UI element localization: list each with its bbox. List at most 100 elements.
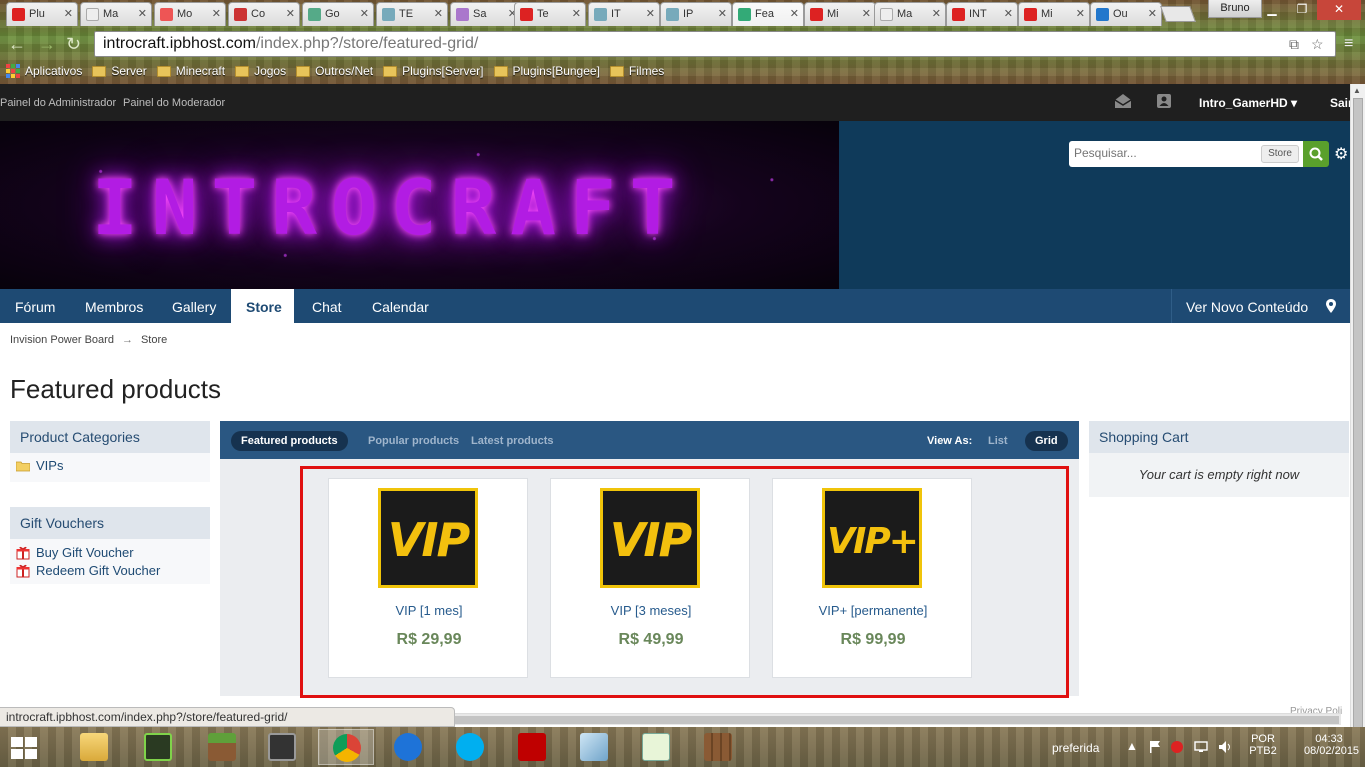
browser-tab[interactable]: Mi ✕ xyxy=(1018,2,1090,26)
bookmark-folder[interactable]: Minecraft xyxy=(156,64,225,78)
browser-tab[interactable]: Ou ✕ xyxy=(1090,2,1162,26)
notifications-icon[interactable] xyxy=(1156,93,1174,109)
user-menu[interactable]: Intro_GamerHD ▾ xyxy=(1199,96,1297,110)
redeem-gift-voucher-link[interactable]: Redeem Gift Voucher xyxy=(10,561,210,579)
close-tab-icon[interactable]: ✕ xyxy=(360,7,369,20)
buy-gift-voucher-link[interactable]: Buy Gift Voucher xyxy=(10,539,210,561)
close-window-icon[interactable]: ✕ xyxy=(1317,0,1361,20)
scrollbar-thumb[interactable] xyxy=(1353,98,1363,728)
search-button[interactable] xyxy=(1303,141,1329,167)
product-image[interactable]: VIP+ xyxy=(822,488,922,588)
close-tab-icon[interactable]: ✕ xyxy=(1076,7,1085,20)
product-card[interactable]: VIP+ VIP+ [permanente] R$ 99,99 xyxy=(772,478,972,678)
tray-label[interactable]: preferida xyxy=(1052,741,1099,767)
vertical-scrollbar[interactable]: ▲ xyxy=(1350,84,1365,728)
taskbar-minecraft-launcher[interactable] xyxy=(130,729,186,765)
taskbar-editor[interactable] xyxy=(566,729,622,765)
bookmark-folder[interactable]: Plugins[Server] xyxy=(383,64,484,78)
translate-icon[interactable]: ⧉ xyxy=(1289,36,1299,53)
close-tab-icon[interactable]: ✕ xyxy=(1148,7,1157,20)
browser-tab[interactable]: Plu ✕ xyxy=(6,2,78,26)
bookmark-apps[interactable]: Aplicativos xyxy=(6,64,82,78)
minimize-icon[interactable]: ▁ xyxy=(1257,0,1287,20)
browser-tab[interactable]: Mo ✕ xyxy=(154,2,226,26)
taskbar-teamviewer[interactable] xyxy=(380,729,436,765)
product-name-link[interactable]: VIP+ [permanente] xyxy=(773,603,973,618)
close-tab-icon[interactable]: ✕ xyxy=(64,7,73,20)
nav-gallery[interactable]: Gallery xyxy=(157,289,231,323)
bookmark-folder[interactable]: Outros/Net xyxy=(296,64,373,78)
browser-tab[interactable]: IP ✕ xyxy=(660,2,732,26)
browser-tab[interactable]: Ma ✕ xyxy=(874,2,946,26)
browser-tab[interactable]: Mi ✕ xyxy=(804,2,876,26)
view-grid-button[interactable]: Grid xyxy=(1025,431,1068,451)
close-tab-icon[interactable]: ✕ xyxy=(790,7,799,20)
search-scope-badge[interactable]: Store xyxy=(1261,145,1299,163)
taskbar-skype[interactable] xyxy=(442,729,498,765)
close-tab-icon[interactable]: ✕ xyxy=(646,7,655,20)
close-tab-icon[interactable]: ✕ xyxy=(138,7,147,20)
banner-image[interactable]: INTROCRAFT xyxy=(0,121,839,289)
tab-featured-products[interactable]: Featured products xyxy=(231,431,348,451)
category-item-vips[interactable]: VIPs xyxy=(10,453,210,474)
view-new-content-link[interactable]: Ver Novo Conteúdo xyxy=(1186,289,1308,325)
browser-tab[interactable]: Co ✕ xyxy=(228,2,300,26)
browser-menu-icon[interactable]: ≡ xyxy=(1344,35,1360,53)
product-card[interactable]: VIP VIP [1 mes] R$ 29,99 xyxy=(328,478,528,678)
taskbar-notepadpp[interactable] xyxy=(628,729,684,765)
nav-members[interactable]: Membros xyxy=(70,289,158,323)
bookmark-folder[interactable]: Server xyxy=(92,64,147,78)
close-tab-icon[interactable]: ✕ xyxy=(434,7,443,20)
browser-tab[interactable]: Go ✕ xyxy=(302,2,374,26)
show-hidden-icons-icon[interactable]: ▲ xyxy=(1126,739,1138,767)
bookmark-star-icon[interactable]: ☆ xyxy=(1311,36,1324,53)
browser-tab-active[interactable]: Fea ✕ xyxy=(732,2,804,26)
breadcrumb-current[interactable]: Store xyxy=(141,334,167,346)
volume-icon[interactable] xyxy=(1218,740,1232,754)
nav-calendar[interactable]: Calendar xyxy=(357,289,444,323)
back-icon[interactable]: ← xyxy=(8,34,26,55)
browser-tab[interactable]: TE ✕ xyxy=(376,2,448,26)
browser-tab[interactable]: IT ✕ xyxy=(588,2,660,26)
horizontal-scrollbar-thumb[interactable] xyxy=(455,716,1339,724)
taskbar-minecraft[interactable] xyxy=(194,729,250,765)
product-image[interactable]: VIP xyxy=(600,488,700,588)
antivirus-icon[interactable] xyxy=(1170,740,1184,754)
horizontal-scrollbar[interactable] xyxy=(455,713,1341,725)
maximize-icon[interactable]: ❐ xyxy=(1287,0,1317,20)
browser-tab[interactable]: Te ✕ xyxy=(514,2,586,26)
browser-tab[interactable]: INT ✕ xyxy=(946,2,1018,26)
tab-latest-products[interactable]: Latest products xyxy=(461,431,564,451)
browser-tab[interactable]: Ma ✕ xyxy=(80,2,152,26)
scroll-up-icon[interactable]: ▲ xyxy=(1353,86,1361,95)
browser-profile[interactable]: Bruno xyxy=(1208,0,1262,18)
close-tab-icon[interactable]: ✕ xyxy=(212,7,221,20)
taskbar-file-explorer[interactable] xyxy=(66,729,122,765)
clock[interactable]: 04:33 08/02/2015 xyxy=(1304,733,1359,757)
inbox-icon[interactable] xyxy=(1114,93,1132,109)
breadcrumb-root[interactable]: Invision Power Board xyxy=(10,334,114,346)
view-list-button[interactable]: List xyxy=(978,431,1018,451)
start-button[interactable] xyxy=(10,736,38,760)
product-image[interactable]: VIP xyxy=(378,488,478,588)
close-tab-icon[interactable]: ✕ xyxy=(286,7,295,20)
forward-icon[interactable]: → xyxy=(38,34,56,55)
bookmark-folder[interactable]: Jogos xyxy=(235,64,286,78)
search-settings-gear-icon[interactable]: ⚙ xyxy=(1334,144,1348,164)
language-indicator[interactable]: POR PTB2 xyxy=(1248,733,1278,757)
taskbar-filezilla[interactable] xyxy=(504,729,560,765)
taskbar-chrome[interactable] xyxy=(318,729,374,765)
close-tab-icon[interactable]: ✕ xyxy=(862,7,871,20)
taskbar-monitor-app[interactable] xyxy=(254,729,310,765)
location-pin-icon[interactable] xyxy=(1326,299,1336,313)
nav-forum[interactable]: Fórum xyxy=(0,289,70,323)
product-name-link[interactable]: VIP [3 meses] xyxy=(551,603,751,618)
nav-chat[interactable]: Chat xyxy=(297,289,357,323)
reload-icon[interactable]: ↻ xyxy=(66,34,81,55)
close-tab-icon[interactable]: ✕ xyxy=(718,7,727,20)
bookmark-folder[interactable]: Filmes xyxy=(609,64,664,78)
bookmark-folder[interactable]: Plugins[Bungee] xyxy=(493,64,600,78)
browser-tab[interactable]: Sa ✕ xyxy=(450,2,522,26)
product-name-link[interactable]: VIP [1 mes] xyxy=(329,603,529,618)
tab-popular-products[interactable]: Popular products xyxy=(358,431,469,451)
